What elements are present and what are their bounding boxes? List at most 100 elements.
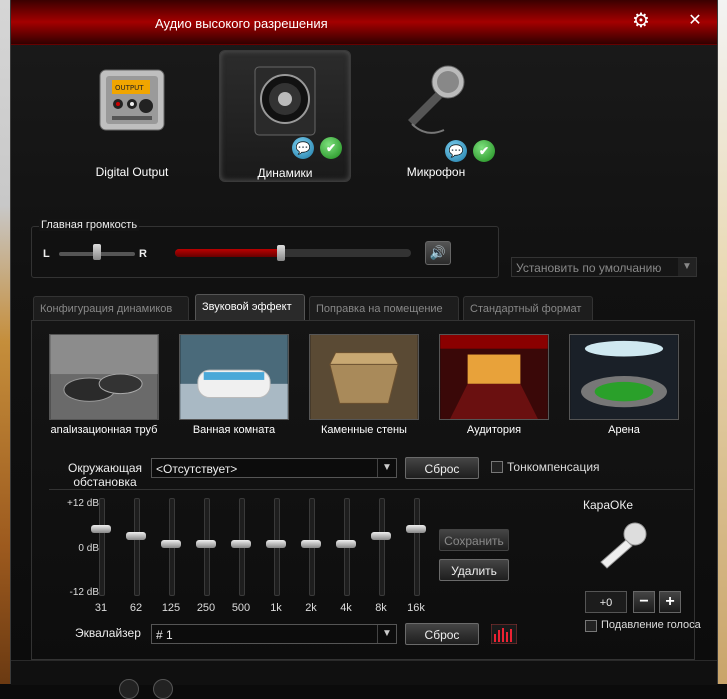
eq-delete-button[interactable]: Удалить: [439, 559, 509, 581]
master-volume-slider-handle[interactable]: [277, 245, 286, 261]
eq-band-slider-handle[interactable]: [336, 540, 356, 548]
tab-sound-effects[interactable]: Звуковой эффект: [195, 294, 305, 320]
eq-band-frequency-label: 4k: [340, 602, 352, 614]
karaoke-value: +0: [585, 591, 627, 613]
eq-band-frequency-label: 62: [129, 602, 143, 614]
eq-band-frequency-label: 500: [231, 602, 251, 614]
chat-bubble-icon[interactable]: 💬: [445, 140, 467, 162]
eq-band-slider-handle[interactable]: [196, 540, 216, 548]
eq-band-slider-handle[interactable]: [301, 540, 321, 548]
eq-band-track: [414, 498, 420, 596]
chevron-down-icon: ▼: [377, 459, 396, 477]
audio-window: Аудио высокого разрешения ⚙ ✕ OUTPUT Dig…: [10, 0, 718, 699]
eq-band-31[interactable]: 31: [91, 496, 111, 616]
auditorium-effect-image: [439, 334, 549, 420]
eq-band-16k[interactable]: 16k: [406, 496, 426, 616]
effect-label-bathroom: Ванная комната: [192, 424, 276, 436]
eq-preset-dropdown[interactable]: # 1 ▼: [151, 624, 397, 644]
balance-slider-handle[interactable]: [93, 244, 101, 260]
chevron-down-icon: ▼: [678, 258, 696, 276]
digital-output-device-icon: OUTPUT: [99, 69, 165, 131]
device-microphone[interactable]: 💬 ✔ Микрофон: [371, 50, 501, 180]
eq-band-slider-handle[interactable]: [371, 532, 391, 541]
device-digital-output[interactable]: OUTPUT Digital Output: [67, 50, 197, 180]
bottom-round-button[interactable]: [153, 679, 173, 699]
effect-sewer-pipe[interactable]: analизационная труб: [49, 334, 159, 440]
environment-reset-button[interactable]: Сброс: [405, 457, 479, 479]
mute-button[interactable]: 🔊: [425, 241, 451, 265]
eq-band-frequency-label: 31: [94, 602, 108, 614]
title-bar: Аудио высокого разрешения ⚙ ✕: [11, 0, 717, 45]
eq-graph-icon[interactable]: [491, 624, 517, 644]
eq-band-slider-handle[interactable]: [126, 532, 146, 541]
eq-band-slider-handle[interactable]: [406, 524, 426, 533]
effect-label-arena: Арена: [608, 424, 640, 436]
eq-band-frequency-label: 1k: [270, 602, 282, 614]
settings-gear-icon[interactable]: ⚙: [629, 10, 653, 32]
sewer-pipe-effect-image: [49, 334, 159, 420]
eq-band-frequency-label: 2k: [305, 602, 317, 614]
effect-label-auditorium: Аудитория: [466, 424, 522, 436]
eq-band-250[interactable]: 250: [196, 496, 216, 616]
bottom-bar: [11, 660, 717, 699]
set-default-label: Установить по умолчанию: [516, 261, 662, 275]
environment-label: Окружающая обстановка: [67, 461, 142, 489]
device-speakers[interactable]: 💬 ✔ Динамики: [219, 50, 351, 182]
eq-band-track: [134, 498, 140, 596]
effect-auditorium[interactable]: Аудитория: [439, 334, 549, 440]
eq-band-frequency-label: 8k: [375, 602, 387, 614]
tab-default-format[interactable]: Стандартный формат: [463, 296, 593, 320]
eq-save-button[interactable]: Сохранить: [439, 529, 509, 551]
eq-band-8k[interactable]: 8k: [371, 496, 391, 616]
eq-band-frequency-label: 250: [196, 602, 216, 614]
check-icon: ✔: [320, 137, 342, 159]
eq-band-62[interactable]: 62: [126, 496, 146, 616]
balance-left-label: L: [43, 248, 50, 260]
eq-band-slider-handle[interactable]: [161, 540, 181, 548]
eq-band-500[interactable]: 500: [231, 496, 251, 616]
effect-bathroom[interactable]: Ванная комната: [179, 334, 289, 440]
eq-preset-value: # 1: [156, 628, 173, 642]
output-lcd-text: OUTPUT: [115, 84, 144, 92]
tab-speaker-configuration[interactable]: Конфигурация динамиков: [33, 296, 189, 320]
voice-cancel-label: Подавление голоса: [601, 619, 701, 631]
effect-stone-walls[interactable]: Каменные стены: [309, 334, 419, 440]
loudness-checkbox[interactable]: [491, 461, 503, 473]
voice-cancel-checkbox[interactable]: [585, 620, 597, 632]
karaoke-minus-button[interactable]: −: [633, 591, 655, 613]
eq-band-frequency-label: 16k: [407, 602, 425, 614]
arena-effect-image: [569, 334, 679, 420]
chevron-down-icon: ▼: [377, 625, 396, 643]
eq-band-2k[interactable]: 2k: [301, 496, 321, 616]
effect-label-stone-walls: Каменные стены: [321, 424, 407, 436]
eq-band-track: [99, 498, 105, 596]
master-volume-track[interactable]: [175, 249, 411, 257]
master-volume-title: Главная громкость: [39, 219, 140, 231]
effect-arena[interactable]: Арена: [569, 334, 679, 440]
eq-band-slider-handle[interactable]: [266, 540, 286, 548]
effect-label-sewer-pipe: analизационная труб: [50, 424, 158, 436]
karaoke-plus-button[interactable]: +: [659, 591, 681, 613]
close-icon[interactable]: ✕: [683, 10, 707, 32]
chat-bubble-icon[interactable]: 💬: [292, 137, 314, 159]
bottom-round-button[interactable]: [119, 679, 139, 699]
environment-value: <Отсутствует>: [156, 462, 238, 476]
stone-walls-effect-image: [309, 334, 419, 420]
eq-band-slider-handle[interactable]: [231, 540, 251, 548]
eq-band-125[interactable]: 125: [161, 496, 181, 616]
eq-reset-button[interactable]: Сброс: [405, 623, 479, 645]
eq-band-track: [379, 498, 385, 596]
eq-band-4k[interactable]: 4k: [336, 496, 356, 616]
device-selector: OUTPUT Digital Output 💬 ✔ Динамики 💬 ✔ М…: [11, 44, 717, 194]
equalizer-label: Эквалайзер: [75, 626, 141, 640]
set-default-dropdown[interactable]: Установить по умолчанию ▼: [511, 257, 697, 277]
device-label-microphone: Микрофон: [406, 165, 466, 179]
microphone-device-icon: [408, 65, 465, 134]
eq-band-1k[interactable]: 1k: [266, 496, 286, 616]
environment-dropdown[interactable]: <Отсутствует> ▼: [151, 458, 397, 478]
device-label-digital-output: Digital Output: [95, 165, 169, 179]
master-volume-fill: [175, 249, 282, 257]
tab-room-correction[interactable]: Поправка на помещение: [309, 296, 459, 320]
eq-band-slider-handle[interactable]: [91, 524, 111, 533]
device-label-speakers: Динамики: [257, 166, 313, 180]
